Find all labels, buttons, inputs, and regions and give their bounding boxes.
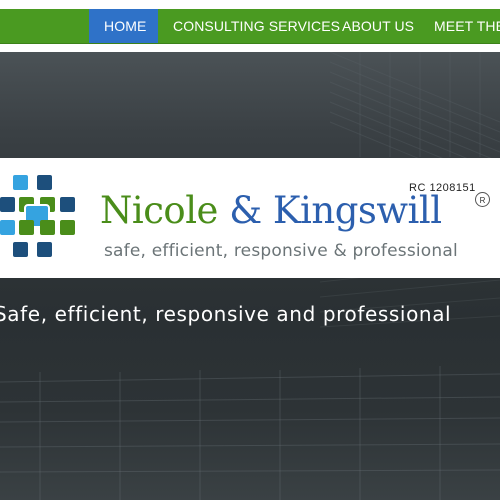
brand-name-amp: & [217,189,273,232]
brand-name-second: Kingswill [272,189,442,232]
top-bar: HOME CONSULTING SERVICES ABOUT US MEET T… [0,0,500,52]
nav-home[interactable]: HOME [89,9,158,43]
main-navigation: HOME CONSULTING SERVICES ABOUT US MEET T… [0,9,500,44]
brand-tagline: safe, efficient, responsive & profession… [104,241,458,261]
brand-name: Nicole & Kingswill [100,192,442,229]
logo-mark-icon [0,175,75,257]
nav-consulting-services[interactable]: CONSULTING SERVICES [158,9,355,43]
hero-tagline: Safe, efficient, responsive and professi… [0,302,452,326]
nav-meet-the-team[interactable]: MEET THE [419,9,500,43]
brand-name-first: Nicole [100,189,218,232]
registered-mark-icon: R [475,192,490,207]
nav-about-us[interactable]: ABOUT US [327,9,429,43]
